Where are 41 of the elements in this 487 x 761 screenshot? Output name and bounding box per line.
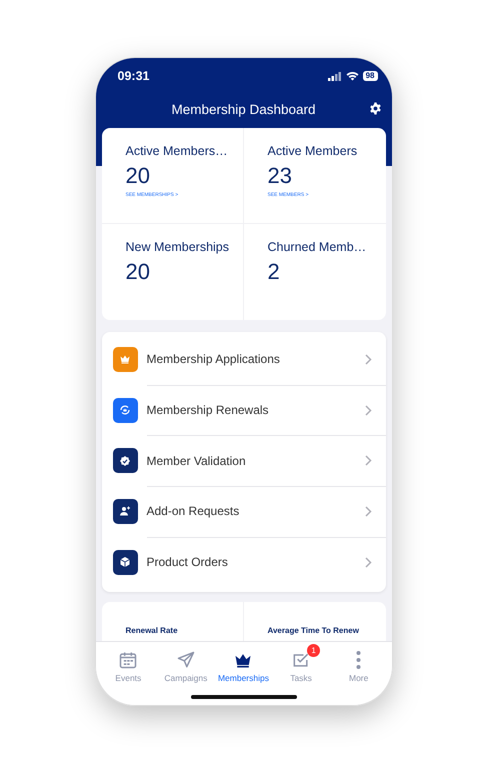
stat-value: 2 (268, 259, 280, 285)
signal-icon (328, 72, 342, 80)
stat-label: New Memberships (126, 240, 230, 254)
menu-item-label: Add-on Requests (146, 504, 240, 518)
chevron-icon (364, 506, 372, 517)
paper-plane-icon (176, 650, 196, 670)
notification-badge: 1 (307, 644, 320, 657)
settings-icon (368, 102, 382, 115)
status-time: 09:31 (118, 69, 150, 83)
menu-item-label: Membership Renewals (146, 403, 270, 418)
stat-value: 23 (268, 163, 292, 189)
stat-label: Churned Memb… (268, 240, 366, 254)
screen-title: Membership Dashboard (171, 102, 316, 116)
wifi-icon (346, 71, 359, 81)
stat-value: 20 (126, 259, 150, 285)
more-icon (356, 650, 362, 670)
menu-item[interactable]: Add-on Requests (102, 486, 386, 537)
battery-indicator: 98 (362, 71, 378, 81)
tab[interactable]: Memberships (214, 642, 272, 684)
tab[interactable]: More (330, 642, 388, 684)
menu-item[interactable]: Membership Applications (102, 334, 386, 385)
menu-item-label: Member Validation (146, 454, 247, 468)
metric-label: Renewal Rate (126, 626, 178, 636)
chevron-icon (364, 404, 372, 416)
stat-label: Active Members… (126, 144, 228, 158)
stat-value: 20 (126, 163, 150, 189)
chevron-icon (364, 556, 372, 568)
chevron-icon (364, 354, 372, 365)
tab[interactable]: Events (100, 642, 158, 684)
menu-item-label: Product Orders (146, 555, 229, 570)
menu-item[interactable]: Member Validation (102, 435, 386, 486)
stat-label: Active Members (268, 144, 358, 158)
menu-item-label: Membership Applications (146, 352, 281, 366)
calendar-icon (118, 650, 138, 670)
menu-item[interactable]: Membership Renewals (102, 384, 386, 436)
metric-label: Average Time To Renew (268, 626, 359, 636)
settings-button[interactable] (368, 102, 382, 115)
tab[interactable]: Campaigns (157, 642, 215, 684)
chevron-icon (364, 455, 372, 466)
menu-item[interactable]: Product Orders (102, 536, 386, 588)
tab[interactable]: 1 Tasks (272, 642, 330, 684)
